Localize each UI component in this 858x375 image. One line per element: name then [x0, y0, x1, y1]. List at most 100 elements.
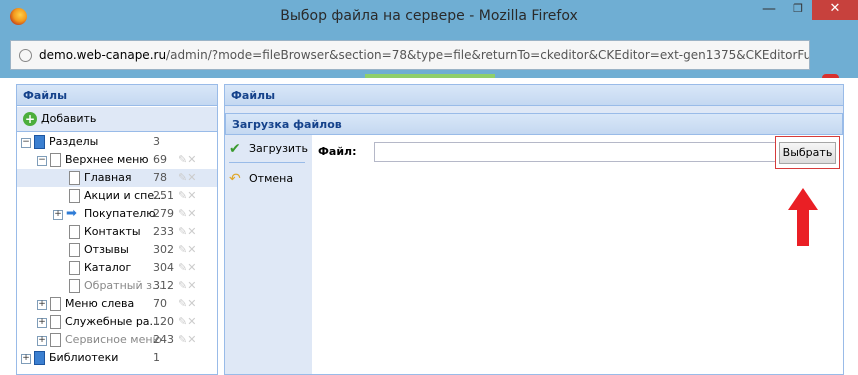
upload-button-label: Загрузить: [249, 142, 308, 155]
tree-node-label: Контакты: [84, 225, 141, 238]
tree-node-main[interactable]: Главная 78 ✎✕: [17, 169, 217, 187]
add-button[interactable]: + Добавить: [23, 111, 96, 127]
tree-node-id: 251: [153, 189, 174, 202]
page-icon: [69, 189, 80, 203]
page-icon: [69, 225, 80, 239]
tree-node-label: Каталог: [84, 261, 132, 274]
url-domain: demo.web-canape.ru: [39, 48, 167, 62]
edit-delete-icons[interactable]: ✎✕: [178, 277, 196, 295]
tree-node-service-sections[interactable]: + Служебные ра... 120 ✎✕: [17, 313, 217, 331]
redirect-arrow-icon: ➡: [66, 206, 77, 221]
files-panel: Файлы Загрузка файлов ✔ Загрузить ↶ Отме…: [224, 84, 844, 375]
upload-panel-header: Загрузка файлов: [225, 113, 843, 135]
tree-node-label: Разделы: [49, 135, 99, 148]
tree-node-left-menu[interactable]: + Меню слева 70 ✎✕: [17, 295, 217, 313]
tree-node-id: 233: [153, 225, 174, 238]
expand-toggle[interactable]: +: [37, 300, 47, 310]
url-text: demo.web-canape.ru/admin/?mode=fileBrows…: [39, 41, 809, 69]
edit-delete-icons[interactable]: ✎✕: [178, 259, 196, 277]
url-path: /admin/?mode=fileBrowser&section=78&type…: [166, 48, 809, 62]
edit-delete-icons[interactable]: ✎✕: [178, 295, 196, 313]
edit-delete-icons[interactable]: ✎✕: [178, 241, 196, 259]
tree-node-id: 70: [153, 297, 167, 310]
tree-toolbar: + Добавить: [17, 107, 217, 132]
maximize-button[interactable]: ❐: [784, 0, 812, 20]
tree-node-service-menu[interactable]: + Сервисное меню 243 ✎✕: [17, 331, 217, 349]
edit-delete-icons[interactable]: ✎✕: [178, 313, 196, 331]
expand-toggle[interactable]: +: [37, 318, 47, 328]
tree-node-id: 304: [153, 261, 174, 274]
tree-node-promo[interactable]: Акции и спе... 251 ✎✕: [17, 187, 217, 205]
divider: [229, 162, 305, 163]
tree-node-label: Главная: [84, 171, 132, 184]
edit-delete-icons[interactable]: ✎✕: [178, 223, 196, 241]
red-arrow-annotation: [788, 188, 818, 246]
collapse-toggle[interactable]: −: [21, 138, 31, 148]
window-title: Выбор файла на сервере - Mozilla Firefox: [280, 8, 578, 24]
page-content: Файлы + Добавить − Разделы 3 − Верхнее м…: [10, 78, 858, 375]
collapse-toggle[interactable]: −: [37, 156, 47, 166]
tree-node-customer[interactable]: + ➡ Покупателю 279 ✎✕: [17, 205, 217, 223]
undo-icon: ↶: [229, 171, 241, 187]
tree-node-id: 312: [153, 279, 174, 292]
cancel-button[interactable]: ↶ Отмена: [229, 169, 293, 189]
page-icon: [50, 153, 61, 167]
close-button[interactable]: ✕: [812, 0, 858, 20]
tree-node-id: 69: [153, 153, 167, 166]
expand-toggle[interactable]: +: [53, 210, 63, 220]
url-field[interactable]: demo.web-canape.ru/admin/?mode=fileBrows…: [10, 40, 810, 70]
page-icon: [69, 261, 80, 275]
tree-node-reviews[interactable]: Отзывы 302 ✎✕: [17, 241, 217, 259]
tree-node-libraries[interactable]: + Библиотеки 1: [17, 349, 217, 367]
tree-node-label: Верхнее меню: [65, 153, 149, 166]
upload-form: Файл: Выбрать: [312, 135, 843, 374]
expand-toggle[interactable]: +: [21, 354, 31, 364]
choose-file-button[interactable]: Выбрать: [779, 142, 836, 164]
minimize-button[interactable]: —: [754, 0, 784, 20]
edit-delete-icons[interactable]: ✎✕: [178, 205, 196, 223]
tree-node-id: 243: [153, 333, 174, 346]
upload-actions: ✔ Загрузить ↶ Отмена: [225, 135, 311, 374]
tree-node-id: 3: [153, 135, 160, 148]
page-icon: [50, 297, 61, 311]
arrow-head: [788, 188, 818, 210]
tree-node-top-menu[interactable]: − Верхнее меню 69 ✎✕: [17, 151, 217, 169]
page-icon: [50, 333, 61, 347]
url-bar: demo.web-canape.ru/admin/?mode=fileBrows…: [0, 33, 858, 91]
expand-toggle[interactable]: +: [37, 336, 47, 346]
files-panel-header: Файлы: [224, 84, 844, 106]
tree-node-catalog[interactable]: Каталог 304 ✎✕: [17, 259, 217, 277]
tree-node-contacts[interactable]: Контакты 233 ✎✕: [17, 223, 217, 241]
page-icon: [69, 243, 80, 257]
edit-delete-icons[interactable]: ✎✕: [178, 151, 196, 169]
add-button-label: Добавить: [41, 112, 97, 125]
book-icon: [34, 135, 45, 149]
file-path-input[interactable]: [374, 142, 776, 162]
tree-node-id: 302: [153, 243, 174, 256]
tree-node-callback[interactable]: Обратный з... 312 ✎✕: [17, 277, 217, 295]
plus-icon: +: [23, 112, 37, 126]
page-icon: [69, 171, 80, 185]
tree-node-label: Меню слева: [65, 297, 135, 310]
tree-node-id: 279: [153, 207, 174, 220]
page-icon: [69, 279, 80, 293]
tree-node-label: Отзывы: [84, 243, 129, 256]
window-titlebar: Выбор файла на сервере - Mozilla Firefox…: [0, 0, 858, 34]
file-label: Файл:: [318, 145, 357, 158]
tree-node-id: 1: [153, 351, 160, 364]
files-panel-title: Файлы: [16, 84, 218, 106]
files-tree-panel: Файлы + Добавить − Разделы 3 − Верхнее м…: [16, 84, 218, 375]
edit-delete-icons[interactable]: ✎✕: [178, 169, 196, 187]
check-icon: ✔: [229, 141, 241, 157]
cancel-button-label: Отмена: [249, 172, 294, 185]
upload-button[interactable]: ✔ Загрузить: [229, 139, 308, 159]
arrow-stem: [797, 208, 809, 246]
tree-node-id: 120: [153, 315, 174, 328]
edit-delete-icons[interactable]: ✎✕: [178, 187, 196, 205]
book-icon: [34, 351, 45, 365]
tree-node-label: Библиотеки: [49, 351, 119, 364]
tree-node-sections[interactable]: − Разделы 3: [17, 133, 217, 151]
edit-delete-icons[interactable]: ✎✕: [178, 331, 196, 349]
globe-icon: [19, 49, 32, 62]
tree-node-label: Покупателю: [84, 207, 156, 220]
